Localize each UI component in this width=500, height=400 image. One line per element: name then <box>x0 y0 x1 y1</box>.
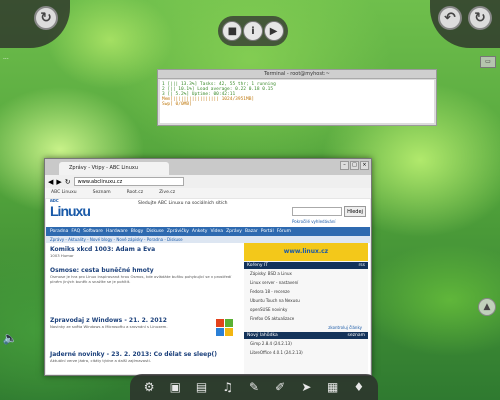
music-icon[interactable]: ♫ <box>220 379 236 395</box>
bookmark-item[interactable]: ABC Linuxu <box>51 188 77 198</box>
window-controls: – □ × <box>340 161 369 170</box>
refresh-icon[interactable]: ↻ <box>34 6 58 30</box>
sidebar-item[interactable]: Gimp 2.8.4 (24.2.13) <box>244 339 368 348</box>
sidebar-item[interactable]: Linux server - nastavení <box>244 278 368 287</box>
forward-icon[interactable]: ▶ <box>56 178 61 186</box>
sidebar-heading: Nový lahůdka <box>247 333 278 338</box>
nav-item[interactable]: Diskuse <box>146 227 164 236</box>
bookmark-item[interactable]: Seznam <box>93 188 111 198</box>
drop-icon[interactable]: ♦ <box>351 379 367 395</box>
sidebar: www.linux.cz Kořeny IT rss Zápisky: BSD … <box>244 243 368 374</box>
browser-tab[interactable]: Zprávy - Vtipy - ABC Linuxu <box>59 162 169 175</box>
sidebar-item[interactable]: Ubuntu Touch na Nexusu <box>244 296 368 305</box>
nav-item[interactable]: Fórum <box>277 227 291 236</box>
play-icon[interactable]: ▶ <box>263 21 284 41</box>
logo-small: abc <box>50 199 59 204</box>
article-text: 1003 Humor <box>50 253 74 258</box>
bookmarks-bar: ABC Linuxu Seznam Root.cz Zive.cz <box>45 188 371 198</box>
nav-item[interactable]: Poradna <box>50 227 68 236</box>
url-input[interactable]: www.abclinuxu.cz <box>73 177 184 186</box>
article-title[interactable]: Zpravodaj z Windows - 21. 2. 2012 <box>50 317 210 324</box>
article-title[interactable]: Jaderné novinky - 23. 2. 2013: Co dělat … <box>50 351 240 358</box>
share-icon[interactable]: ➤ <box>298 379 314 395</box>
sub-nav[interactable]: Zprávy - Aktuality - Nové blogy - Nové z… <box>46 236 370 243</box>
web-page[interactable]: abc Linuxu Sledujte ABC Linuxu na sociál… <box>46 199 370 374</box>
rss-link[interactable]: rss <box>358 262 365 269</box>
article[interactable]: Jaderné novinky - 23. 2. 2013: Co dělat … <box>50 351 240 363</box>
nav-item[interactable]: Blogy <box>131 227 144 236</box>
nav-item[interactable]: Software <box>83 227 103 236</box>
article[interactable]: Komiks xkcd 1003: Adam a Eva 1003 Humor <box>50 246 240 258</box>
back-arrow-icon[interactable]: ↶ <box>438 6 462 30</box>
terminal-window[interactable]: Terminal - root@myhost:~ 1 [||| 13.3%] T… <box>157 69 437 126</box>
stop-icon[interactable]: ■ <box>222 21 243 41</box>
sidebar-heading: Kořeny IT <box>247 263 269 268</box>
dock: ⚙ ▣ ▤ ♫ ✎ ✐ ➤ ▦ ♦ <box>130 374 378 400</box>
article-title[interactable]: Komiks xkcd 1003: Adam a Eva <box>50 246 240 253</box>
windows-logo-icon <box>216 319 234 337</box>
logo-text: Linuxu <box>50 203 91 219</box>
media-controls: ■ i ▶ <box>218 16 288 46</box>
browser-window[interactable]: Zprávy - Vtipy - ABC Linuxu – □ × ◀ ▶ ↻ … <box>44 158 372 376</box>
close-icon[interactable]: × <box>360 161 369 170</box>
toolbar: ◀ ▶ ↻ www.abclinuxu.cz <box>45 175 371 188</box>
nav-item[interactable]: Zprávy <box>226 227 242 236</box>
sidebar-header: Nový lahůdka seznam <box>244 332 368 339</box>
article-text: Aktuální verze jádra, citáty týdne a dal… <box>50 358 151 363</box>
files-icon[interactable]: ▤ <box>194 379 210 395</box>
brush-icon[interactable]: ✐ <box>272 379 288 395</box>
nav-item[interactable]: Bazar <box>245 227 258 236</box>
article-text: Novinky ze světa Windows a Microsoftu a … <box>50 324 168 329</box>
terminal-line: Swp[ 0/0MB] <box>162 102 192 107</box>
terminal-icon[interactable]: ▣ <box>167 379 183 395</box>
nav-item[interactable]: Hardware <box>106 227 128 236</box>
sidebar-item[interactable]: openSUSE novinky <box>244 305 368 314</box>
main-nav: Poradna FAQ Software Hardware Blogy Disk… <box>46 227 370 236</box>
advanced-search-link[interactable]: Pokročilé vyhledávání <box>292 219 336 224</box>
nav-item[interactable]: Portál <box>261 227 274 236</box>
search-input[interactable] <box>292 207 342 216</box>
sidebar-item[interactable]: Zápisky: BSD a Linux <box>244 269 368 278</box>
article[interactable]: Osmose: cesta buněčné hmoty Osmose je hr… <box>50 267 240 284</box>
tab-strip: Zprávy - Vtipy - ABC Linuxu – □ × <box>45 159 371 175</box>
sidebar-item[interactable]: Fedora 18 - recenze <box>244 287 368 296</box>
sidebar-link[interactable]: zkontroluj články <box>244 323 368 332</box>
tools-icon[interactable]: ✎ <box>246 379 262 395</box>
terminal-output[interactable]: 1 [||| 13.3%] Tasks: 42, 55 thr; 1 runni… <box>160 80 434 123</box>
bookmark-item[interactable]: Root.cz <box>127 188 143 198</box>
site-logo[interactable]: abc Linuxu <box>50 199 91 219</box>
left-dots: ... <box>3 54 9 61</box>
article-title[interactable]: Osmose: cesta buněčné hmoty <box>50 267 240 274</box>
reload-icon[interactable]: ↻ <box>65 178 71 186</box>
calendar-icon[interactable]: ▦ <box>325 379 341 395</box>
nav-item[interactable]: Videa <box>210 227 223 236</box>
eject-icon[interactable]: ▲ <box>478 298 496 316</box>
sidebar-item[interactable]: Firefox OS aktualizace <box>244 314 368 323</box>
sidebar-item[interactable]: LibreOffice 4.0.1 (24.2.13) <box>244 348 368 357</box>
article-text: Osmose je hra pro Linux inspirovaná hrou… <box>50 274 232 284</box>
refresh-icon[interactable]: ↻ <box>468 6 492 30</box>
message-icon[interactable]: ▭ <box>480 56 496 68</box>
top-left-panel: ↻ <box>0 0 70 48</box>
nav-item[interactable]: Ankety <box>192 227 208 236</box>
sidebar-header: Kořeny IT rss <box>244 262 368 269</box>
back-icon[interactable]: ◀ <box>48 178 53 186</box>
terminal-title: Terminal - root@myhost:~ <box>158 70 436 79</box>
header-links[interactable]: Sledujte ABC Linuxu na sociálních sítích <box>138 201 258 206</box>
search-button[interactable]: Hledej <box>344 206 366 217</box>
info-icon[interactable]: i <box>242 21 263 41</box>
speaker-icon[interactable]: 🔈 <box>2 330 18 346</box>
minimize-icon[interactable]: – <box>340 161 349 170</box>
system-icon[interactable]: ⚙ <box>141 379 157 395</box>
nav-item[interactable]: Zprávičky <box>167 227 189 236</box>
sidebar-ad[interactable]: www.linux.cz <box>244 243 368 261</box>
nav-item[interactable]: FAQ <box>71 227 80 236</box>
bookmark-item[interactable]: Zive.cz <box>159 188 175 198</box>
top-right-panel: ↶ ↻ <box>430 0 500 48</box>
maximize-icon[interactable]: □ <box>350 161 359 170</box>
sidebar-header-link[interactable]: seznam <box>348 332 365 339</box>
article[interactable]: Zpravodaj z Windows - 21. 2. 2012 Novink… <box>50 317 210 329</box>
